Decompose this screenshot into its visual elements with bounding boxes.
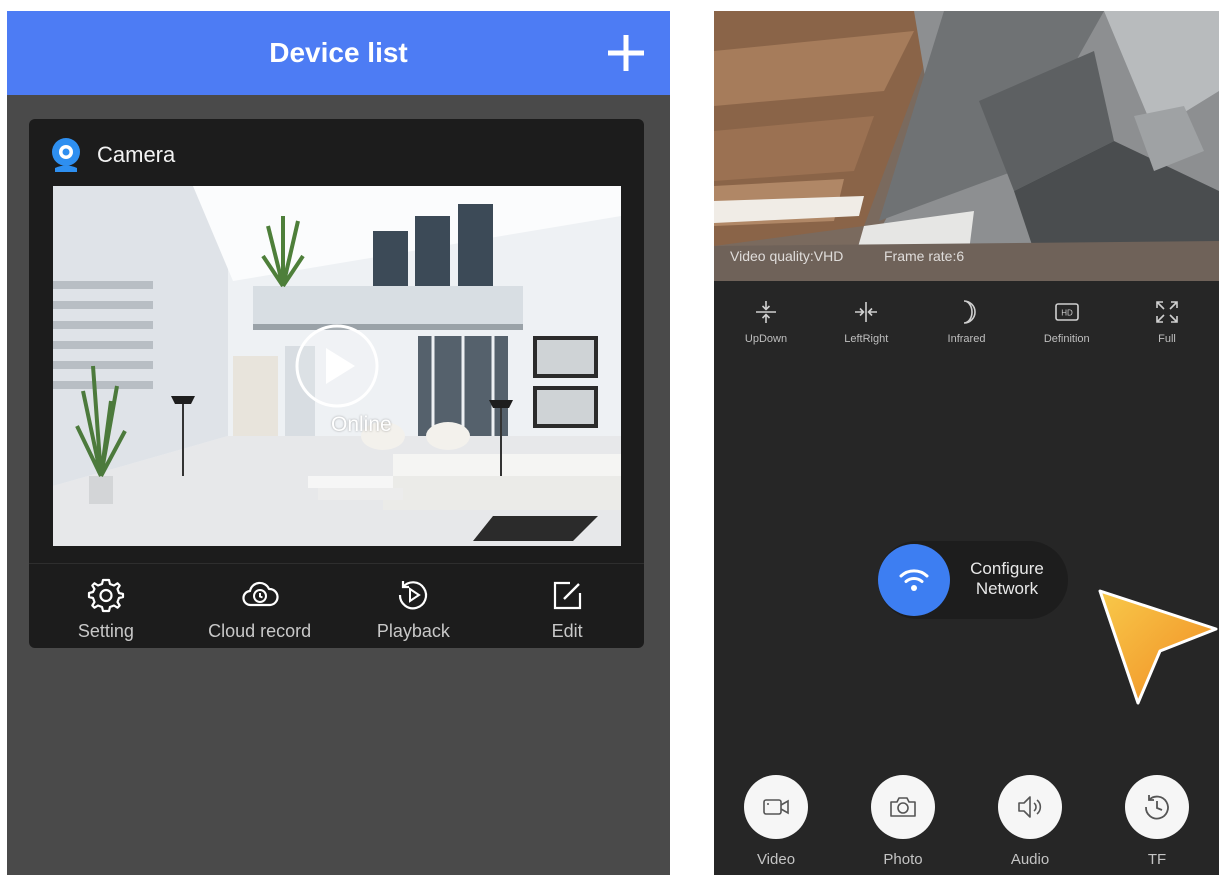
hd-icon: HD xyxy=(1054,303,1079,321)
device-list-screen: Device list Camera Online Setting Cloud … xyxy=(7,11,670,875)
flip-horizontal-icon xyxy=(855,302,878,322)
edit-icon xyxy=(554,581,582,610)
photo-circle[interactable] xyxy=(871,775,935,839)
audio-button[interactable]: Audio xyxy=(996,775,1064,875)
room-image xyxy=(53,186,621,546)
setting-label: Setting xyxy=(77,621,134,641)
video-camera-icon xyxy=(763,799,789,815)
camera-icon xyxy=(890,797,916,817)
camera-preview[interactable]: Online xyxy=(53,186,621,546)
live-view-screen: Video quality:VHD Frame rate:6 UpDown Le… xyxy=(714,11,1219,875)
wifi-icon xyxy=(899,569,929,591)
device-actions: Setting Cloud record Playback Edit xyxy=(29,563,644,649)
page-title: Device list xyxy=(269,37,408,68)
playback-label: Playback xyxy=(376,621,450,641)
edit-button[interactable]: Edit xyxy=(490,564,644,649)
playback-icon xyxy=(399,581,428,610)
moon-icon xyxy=(963,300,976,324)
audio-circle[interactable] xyxy=(998,775,1062,839)
camera-feed-image xyxy=(714,11,1219,281)
tf-circle[interactable] xyxy=(1125,775,1189,839)
device-name: Camera xyxy=(97,142,176,167)
webcam-icon xyxy=(52,138,80,172)
bottom-toolbar: Video Photo Audio TF xyxy=(714,775,1219,875)
full-label: Full xyxy=(1158,333,1176,345)
configure-line: Configure xyxy=(970,559,1044,578)
full-button[interactable]: Full xyxy=(1127,299,1207,349)
configure-network-label: Configure Network xyxy=(966,559,1048,599)
photo-label: Photo xyxy=(883,851,923,868)
speaker-icon xyxy=(1018,796,1042,818)
status-label: Online xyxy=(331,413,392,436)
audio-label: Audio xyxy=(1010,851,1050,868)
fullscreen-icon xyxy=(1156,301,1178,323)
wifi-button[interactable] xyxy=(878,544,950,616)
live-video-feed[interactable]: Video quality:VHD Frame rate:6 xyxy=(714,11,1219,281)
video-quality-label: Video quality:VHD xyxy=(730,248,844,264)
video-label: Video xyxy=(756,851,796,868)
playback-button[interactable]: Playback xyxy=(337,564,491,649)
flip-vertical-icon xyxy=(756,301,776,323)
video-controls: UpDown LeftRight Infrared HD Definition xyxy=(714,299,1219,349)
configure-network-button[interactable]: Configure Network xyxy=(878,541,1068,619)
device-card[interactable]: Camera Online Setting Cloud record Playb… xyxy=(29,119,644,648)
infrared-label: Infrared xyxy=(947,333,986,345)
video-button[interactable]: Video xyxy=(742,775,810,875)
svg-text:HD: HD xyxy=(1061,309,1073,318)
history-icon xyxy=(1145,795,1169,820)
network-line: Network xyxy=(975,579,1039,598)
video-circle[interactable] xyxy=(744,775,808,839)
gear-icon xyxy=(87,578,124,613)
leftright-button[interactable]: LeftRight xyxy=(826,299,906,349)
infrared-button[interactable]: Infrared xyxy=(927,299,1007,349)
updown-label: UpDown xyxy=(744,333,788,345)
plus-icon[interactable] xyxy=(604,31,648,75)
edit-label: Edit xyxy=(551,621,583,641)
definition-label: Definition xyxy=(1043,333,1090,345)
photo-button[interactable]: Photo xyxy=(869,775,937,875)
updown-button[interactable]: UpDown xyxy=(726,299,806,349)
tf-button[interactable]: TF xyxy=(1123,775,1191,875)
setting-button[interactable]: Setting xyxy=(29,564,183,649)
frame-rate-label: Frame rate:6 xyxy=(884,248,965,264)
cloud-record-label: Cloud record xyxy=(208,621,312,641)
cloud-clock-icon xyxy=(242,581,279,607)
pointer-arrow-icon xyxy=(1098,589,1218,705)
leftright-label: LeftRight xyxy=(844,333,889,345)
cloud-record-button[interactable]: Cloud record xyxy=(183,564,337,649)
device-header: Camera xyxy=(49,133,175,177)
tf-label: TF xyxy=(1147,851,1167,868)
definition-button[interactable]: HD Definition xyxy=(1027,299,1107,349)
header-bar: Device list xyxy=(7,11,670,95)
